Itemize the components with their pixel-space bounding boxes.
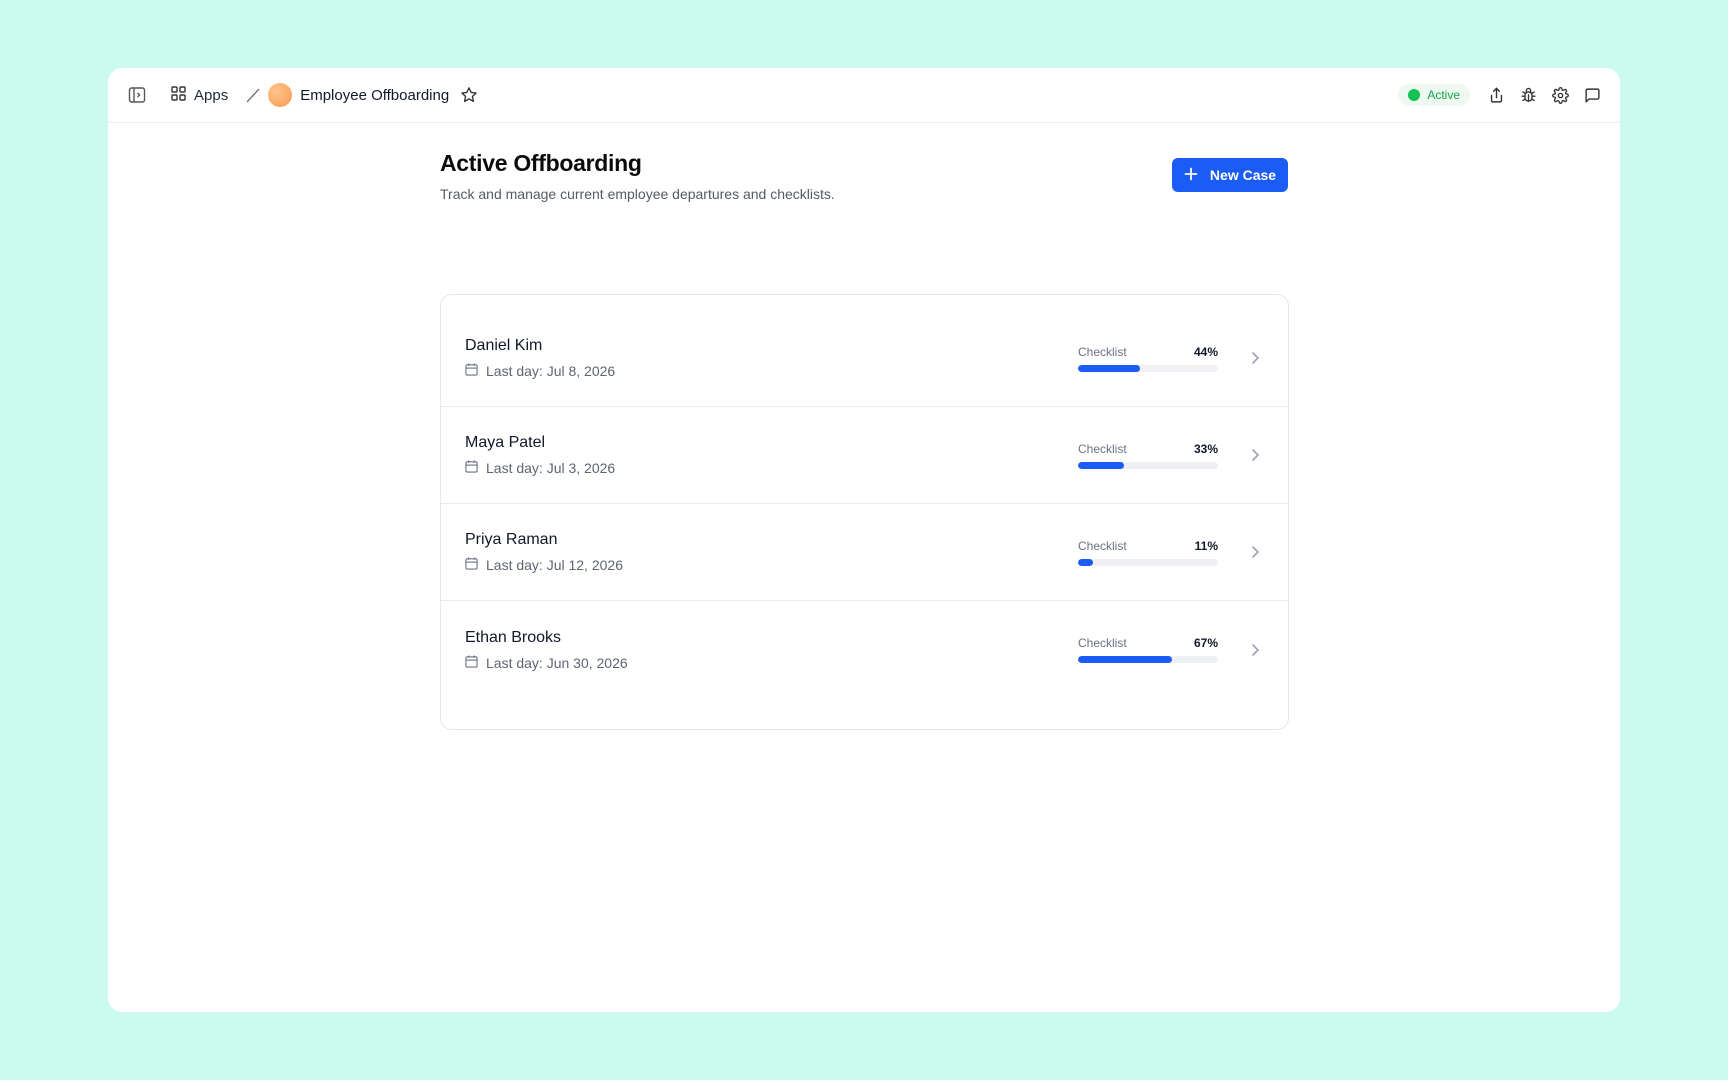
calendar-icon xyxy=(465,460,478,476)
star-icon[interactable] xyxy=(457,83,481,107)
last-day: Last day: Jul 12, 2026 xyxy=(465,557,1078,573)
list-item[interactable]: Priya Raman Last day: Jul 12, 2026 Check… xyxy=(441,504,1288,601)
checklist-progress: Checklist 11% xyxy=(1078,539,1218,566)
last-day-text: Last day: Jul 3, 2026 xyxy=(486,460,616,476)
status-dot xyxy=(1408,89,1421,101)
apps-link[interactable]: Apps xyxy=(171,85,229,105)
progress-track xyxy=(1078,558,1218,566)
apps-grid-icon xyxy=(171,85,186,105)
plus-icon xyxy=(1184,167,1198,184)
share-icon[interactable] xyxy=(1484,83,1508,107)
app-window: Apps Employee Offboarding Active Active … xyxy=(108,68,1620,1012)
list-item[interactable]: Daniel Kim Last day: Jul 8, 2026 Checkli… xyxy=(441,310,1288,407)
bug-icon[interactable] xyxy=(1516,83,1540,107)
new-case-button[interactable]: New Case xyxy=(1172,158,1288,192)
breadcrumb-separator xyxy=(244,86,262,104)
checklist-label: Checklist xyxy=(1078,344,1127,359)
last-day: Last day: Jun 30, 2026 xyxy=(465,655,1078,671)
list-item[interactable]: Maya Patel Last day: Jul 3, 2026 Checkli… xyxy=(441,407,1288,504)
calendar-icon xyxy=(465,363,478,379)
status-label: Active xyxy=(1427,88,1460,102)
checklist-label: Checklist xyxy=(1078,636,1127,650)
last-day-text: Last day: Jul 12, 2026 xyxy=(486,557,623,573)
page-subtitle: Track and manage current employee depart… xyxy=(440,186,835,202)
status-badge: Active xyxy=(1398,84,1470,106)
checklist-label: Checklist xyxy=(1078,538,1127,553)
calendar-icon xyxy=(465,557,478,573)
gear-icon[interactable] xyxy=(1548,83,1572,107)
checklist-percent: 44% xyxy=(1193,344,1218,359)
chevron-right-icon xyxy=(1246,641,1264,659)
employee-name: Ethan Brooks xyxy=(465,628,562,646)
last-day-text: Last day: Jul 8, 2026 xyxy=(486,363,616,379)
employee-name: Maya Patel xyxy=(465,434,546,451)
apps-label: Apps xyxy=(194,86,229,104)
chat-icon[interactable] xyxy=(1580,83,1604,107)
progress-fill xyxy=(1078,364,1140,372)
progress-track xyxy=(1078,364,1218,372)
checklist-progress: Checklist 67% xyxy=(1078,636,1218,663)
employee-name: Daniel Kim xyxy=(465,337,543,354)
checklist-percent: 67% xyxy=(1193,636,1218,650)
last-day-text: Last day: Jun 30, 2026 xyxy=(486,654,628,671)
app-avatar xyxy=(268,83,293,107)
page-header: Active Offboarding Track and manage curr… xyxy=(440,150,1289,222)
progress-fill xyxy=(1078,558,1094,566)
checklist-progress: Checklist 44% xyxy=(1078,345,1218,372)
offboarding-list: Daniel Kim Last day: Jul 8, 2026 Checkli… xyxy=(440,294,1289,730)
top-bar: Apps Employee Offboarding Active xyxy=(108,68,1620,123)
last-day: Last day: Jul 3, 2026 xyxy=(465,460,1078,476)
progress-track xyxy=(1078,656,1218,663)
progress-track xyxy=(1078,461,1218,469)
new-case-label: New Case xyxy=(1209,167,1277,183)
checklist-percent: 33% xyxy=(1193,441,1218,456)
chevron-right-icon xyxy=(1246,543,1264,561)
checklist-label: Checklist xyxy=(1078,441,1127,456)
main-content: Active Offboarding Track and manage curr… xyxy=(440,150,1289,730)
checklist-progress: Checklist 33% xyxy=(1078,442,1218,469)
app-name: Employee Offboarding xyxy=(300,86,450,104)
chevron-right-icon xyxy=(1246,349,1264,367)
page-title: Active Offboarding xyxy=(440,150,642,176)
checklist-percent: 11% xyxy=(1194,538,1218,553)
last-day: Last day: Jul 8, 2026 xyxy=(465,363,1078,379)
sidebar-toggle-icon[interactable] xyxy=(125,83,149,107)
calendar-icon xyxy=(465,654,478,671)
progress-fill xyxy=(1078,656,1172,663)
list-item[interactable]: Ethan Brooks Last day: Jun 30, 2026 Chec… xyxy=(441,601,1288,698)
chevron-right-icon xyxy=(1246,446,1264,464)
employee-name: Priya Raman xyxy=(465,531,558,548)
progress-fill xyxy=(1078,461,1125,469)
